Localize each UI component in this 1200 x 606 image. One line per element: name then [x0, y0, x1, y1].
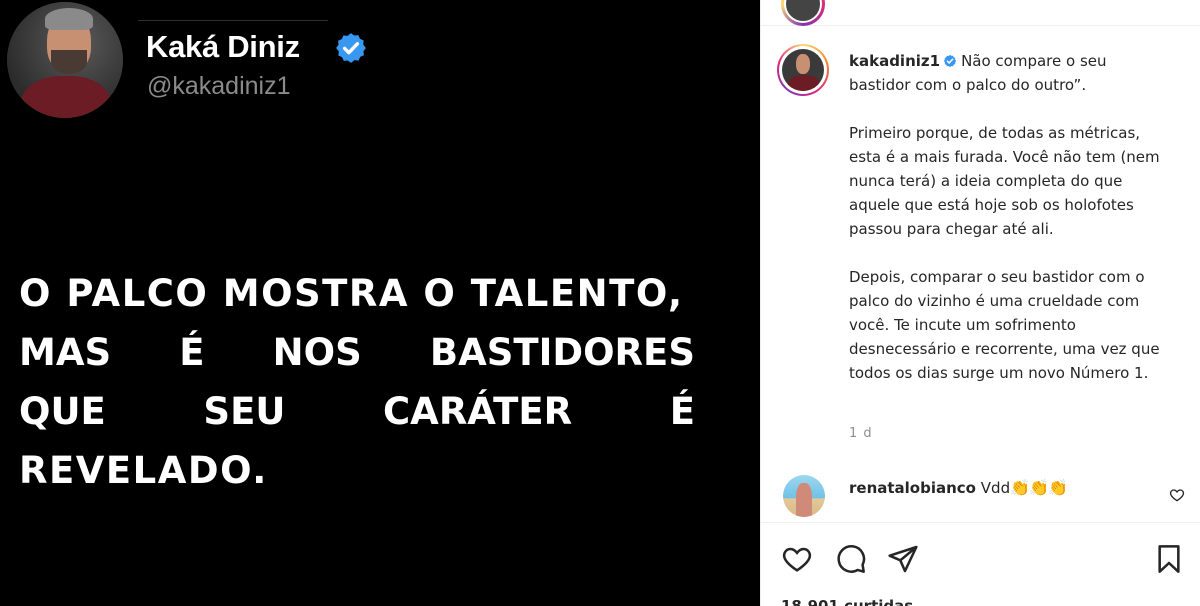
- comment-emoji: 👏👏👏: [1010, 478, 1068, 497]
- quote-word: O PALCO MOSTRA O TALENTO,: [19, 272, 684, 315]
- quote-line: QUE SEU CARÁTER É: [19, 382, 695, 441]
- verified-icon: [336, 33, 366, 63]
- share-icon[interactable]: [887, 543, 919, 575]
- quote-line: REVELADO.: [19, 441, 695, 500]
- quote-word: REVELADO.: [19, 449, 268, 492]
- comment: renatalobianco Vdd👏👏👏: [849, 478, 1068, 497]
- quote-word: MAS: [19, 331, 112, 374]
- verified-icon: [943, 54, 957, 68]
- quote-word: É: [669, 390, 695, 433]
- comment-icon[interactable]: [835, 543, 867, 575]
- heart-icon[interactable]: [781, 543, 813, 575]
- author-handle: @kakadiniz1: [147, 72, 291, 100]
- divider: [138, 20, 328, 21]
- post-timestamp[interactable]: 1 d: [849, 426, 873, 441]
- quote-word: SEU: [203, 390, 286, 433]
- author-name: Kaká Diniz: [146, 29, 300, 64]
- quote-text: O PALCO MOSTRA O TALENTO, MAS É NOS BAST…: [19, 264, 695, 500]
- header-avatar[interactable]: [781, 0, 825, 26]
- comment-text: Vdd: [980, 479, 1011, 497]
- post-image[interactable]: Kaká Diniz @kakadiniz1 O PALCO MOSTRA O …: [0, 0, 760, 606]
- bookmark-icon[interactable]: [1153, 543, 1185, 575]
- caption: kakadiniz1 Não compare o seu bastidor com…: [849, 49, 1171, 385]
- caption-paragraph: Primeiro porque, de todas as métricas, e…: [849, 124, 1160, 238]
- caption-avatar[interactable]: [777, 44, 829, 96]
- quote-line: MAS É NOS BASTIDORES: [19, 323, 695, 382]
- quote-word: É: [179, 331, 205, 374]
- comment-username[interactable]: renatalobianco: [849, 479, 976, 497]
- author-avatar: [7, 2, 123, 118]
- post-header: [761, 0, 1200, 26]
- quote-word: BASTIDORES: [429, 331, 695, 374]
- commenter-avatar[interactable]: [783, 475, 825, 517]
- caption-paragraph: kakadiniz1 Não compare o seu bastidor com…: [849, 49, 1171, 97]
- likes-count[interactable]: 18.901 curtidas: [781, 597, 913, 606]
- post-sidebar: kakadiniz1 Não compare o seu bastidor com…: [760, 0, 1200, 606]
- quote-line: O PALCO MOSTRA O TALENTO,: [19, 264, 695, 323]
- post-actions: 18.901 curtidas: [761, 522, 1200, 606]
- heart-icon[interactable]: [1169, 487, 1185, 503]
- quote-word: NOS: [272, 331, 362, 374]
- caption-username[interactable]: kakadiniz1: [849, 52, 940, 70]
- caption-paragraph: Depois, comparar o seu bastidor com o pa…: [849, 268, 1160, 382]
- quote-word: QUE: [19, 390, 106, 433]
- quote-word: CARÁTER: [383, 390, 573, 433]
